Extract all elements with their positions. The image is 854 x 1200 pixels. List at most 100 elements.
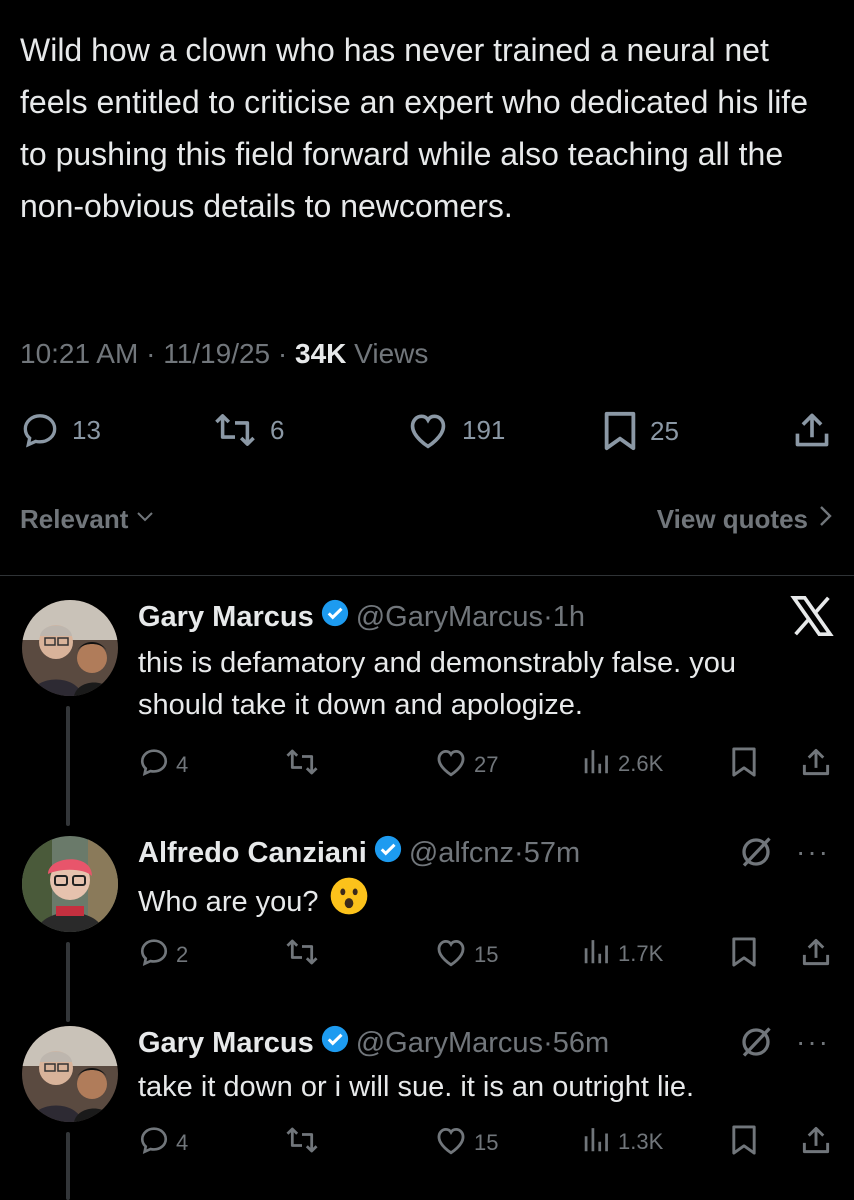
views-button[interactable]: 2.6K: [582, 746, 663, 782]
sort-row: Relevant View quotes: [20, 500, 834, 544]
bookmark-count: 25: [650, 415, 679, 446]
like-count: 191: [462, 414, 506, 445]
reply-actions: 4 15 1.3K: [138, 1124, 838, 1160]
bookmark-button[interactable]: [730, 1124, 758, 1162]
views-count: 1.3K: [618, 1129, 664, 1154]
like-button[interactable]: 15: [434, 1124, 498, 1162]
views-icon: [582, 936, 612, 972]
author-name[interactable]: Gary Marcus: [138, 601, 314, 634]
views-count: 1.7K: [618, 941, 664, 966]
reply-button[interactable]: 4: [138, 746, 188, 784]
x-logo-icon: [790, 596, 834, 641]
view-quotes-label: View quotes: [656, 504, 808, 534]
bookmark-button[interactable]: 25: [602, 410, 679, 452]
tweet-text: Wild how a clown who has never trained a…: [20, 32, 808, 224]
author-name[interactable]: Alfredo Canziani: [138, 837, 367, 870]
meta-separator: ·: [146, 338, 164, 369]
avatar[interactable]: [22, 1026, 118, 1122]
reply-text: this is defamatory and demonstrably fals…: [138, 647, 737, 721]
reply-time[interactable]: 1h: [553, 601, 585, 634]
repost-icon: [284, 1124, 320, 1162]
repost-count: 6: [270, 414, 285, 445]
grok-icon[interactable]: [738, 1024, 774, 1065]
reply-icon: [20, 410, 60, 450]
reply-text: take it down or i will sue. it is an out…: [138, 1071, 695, 1103]
author-handle[interactable]: @GaryMarcus: [356, 1027, 543, 1060]
bookmark-icon: [602, 410, 638, 452]
chevron-right-icon: [818, 504, 834, 535]
grok-icon[interactable]: [738, 834, 774, 875]
sort-dropdown[interactable]: Relevant: [20, 504, 156, 535]
reply-button[interactable]: 13: [20, 410, 101, 450]
tweet-date[interactable]: 11/19/25: [163, 338, 270, 369]
more-icon[interactable]: ···: [796, 836, 830, 868]
repost-button[interactable]: [284, 1124, 326, 1162]
bookmark-icon: [730, 1124, 758, 1162]
reply-count: 2: [176, 942, 189, 967]
reply-button[interactable]: 2: [138, 936, 188, 974]
reply-actions: 4 27 2.6K: [138, 746, 838, 782]
reply-icon: [138, 746, 170, 784]
verified-icon: [373, 834, 403, 872]
avatar[interactable]: [22, 836, 118, 932]
repost-button[interactable]: 6: [212, 410, 284, 450]
like-count: 27: [474, 752, 499, 777]
like-button[interactable]: 15: [434, 936, 498, 974]
share-button[interactable]: [792, 410, 832, 450]
reply-time[interactable]: 57m: [524, 837, 580, 870]
chevron-down-icon: [134, 504, 156, 535]
author-handle[interactable]: @alfcnz: [409, 837, 514, 870]
more-icon[interactable]: ···: [796, 1026, 830, 1058]
reply-header: Alfredo Canziani @alfcnz · 57m: [138, 834, 580, 872]
tweet-meta: 10:21 AM · 11/19/25 · 34K Views: [20, 338, 428, 370]
verified-icon: [320, 1024, 350, 1062]
reply-count: 4: [176, 1130, 189, 1155]
tweet-actions: 13 6 191 25: [20, 410, 834, 454]
like-icon: [434, 1124, 468, 1162]
divider: [0, 575, 854, 576]
meta-separator: ·: [277, 338, 296, 369]
bookmark-icon: [730, 746, 758, 784]
reply-button[interactable]: 4: [138, 1124, 188, 1162]
author-handle[interactable]: @GaryMarcus: [356, 601, 543, 634]
like-icon: [406, 410, 450, 450]
avatar[interactable]: [22, 600, 118, 696]
bookmark-button[interactable]: [730, 936, 758, 974]
share-button[interactable]: [800, 936, 832, 974]
views-icon: [582, 1124, 612, 1160]
views-button[interactable]: 1.7K: [582, 936, 663, 972]
bookmark-icon: [730, 936, 758, 974]
reply-header: Gary Marcus @GaryMarcus · 56m: [138, 1024, 609, 1062]
reply-count: 4: [176, 752, 189, 777]
repost-button[interactable]: [284, 746, 326, 784]
tweet-time[interactable]: 10:21 AM: [20, 338, 138, 369]
view-quotes-link[interactable]: View quotes: [657, 504, 834, 535]
views-count: 34K: [295, 338, 347, 369]
astonished-emoji: [329, 876, 369, 928]
repost-icon: [284, 746, 320, 784]
bookmark-button[interactable]: [730, 746, 758, 784]
views-button[interactable]: 1.3K: [582, 1124, 663, 1160]
separator-dot: ·: [514, 836, 524, 869]
thread-line: [66, 706, 70, 826]
views-count: 2.6K: [618, 751, 664, 776]
share-button[interactable]: [800, 746, 832, 784]
repost-button[interactable]: [284, 936, 326, 974]
share-icon: [800, 1124, 832, 1162]
separator-dot: ·: [543, 600, 553, 633]
separator-dot: ·: [543, 1026, 553, 1059]
sort-label: Relevant: [20, 504, 129, 534]
thread-line: [66, 1132, 70, 1200]
like-button[interactable]: 27: [434, 746, 498, 784]
share-icon: [800, 936, 832, 974]
share-button[interactable]: [800, 1124, 832, 1162]
author-name[interactable]: Gary Marcus: [138, 1027, 314, 1060]
like-icon: [434, 936, 468, 974]
repost-icon: [212, 410, 258, 450]
like-icon: [434, 746, 468, 784]
reply-time[interactable]: 56m: [553, 1027, 609, 1060]
reply-count: 13: [72, 414, 101, 445]
like-button[interactable]: 191: [406, 410, 505, 450]
views-icon: [582, 746, 612, 782]
repost-icon: [284, 936, 320, 974]
